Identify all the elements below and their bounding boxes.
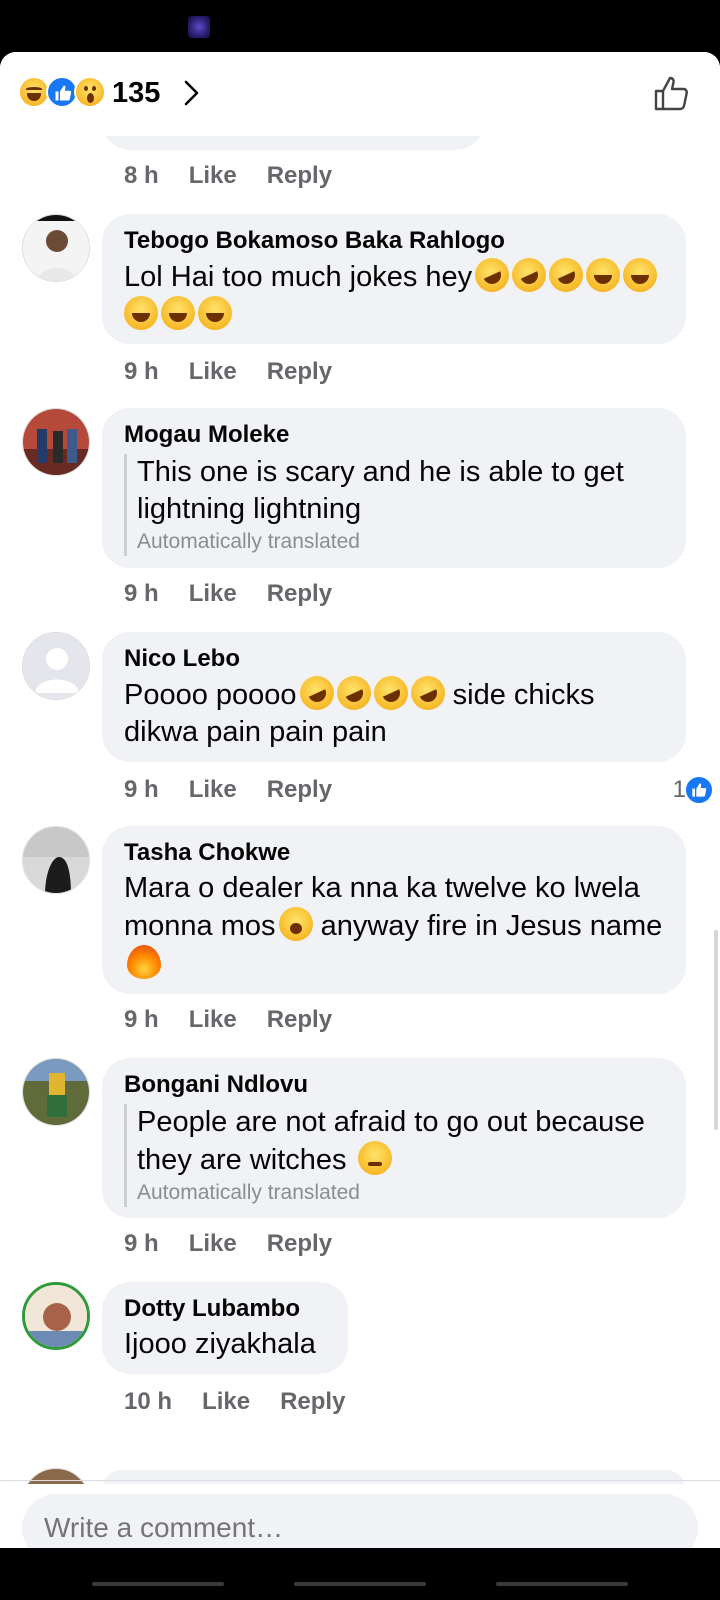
nav-recent-apps[interactable] (92, 1582, 224, 1586)
status-bar (0, 0, 720, 52)
comment-meta: 9 h Like Reply (124, 1004, 362, 1036)
thinking-emoji-icon (357, 1141, 392, 1175)
comment-time: 9 h (124, 358, 159, 385)
rolling-laughing-emoji-icon (469, 252, 515, 298)
comment-time: 8 h (124, 162, 159, 189)
comment-meta: 8 h Like Reply (124, 160, 362, 192)
tears-of-joy-emoji-icon (124, 296, 158, 330)
notification-icon (188, 16, 210, 38)
avatar[interactable] (22, 214, 90, 282)
reply-button[interactable]: Reply (267, 356, 332, 388)
comment-time: 9 h (124, 580, 159, 607)
rolling-laughing-emoji-icon (293, 670, 340, 716)
comment-bubble[interactable]: Bongani Ndlovu People are not afraid to … (102, 1058, 686, 1218)
like-button[interactable]: Like (189, 774, 237, 806)
tears-of-joy-emoji-icon (586, 258, 621, 292)
comment-input[interactable] (22, 1494, 698, 1548)
rolling-laughing-emoji-icon (506, 252, 552, 298)
comment-meta: 10 h Like Reply (124, 1386, 375, 1418)
tears-of-joy-emoji-icon (161, 296, 195, 330)
comment-bubble[interactable]: Tasha Chokwe Mara o dealer ka nna ka twe… (102, 826, 686, 994)
comment-time: 9 h (124, 1230, 159, 1257)
reply-button[interactable]: Reply (267, 1228, 332, 1260)
translated-block: This one is scary and he is able to get … (124, 454, 664, 556)
avatar[interactable] (22, 1058, 90, 1126)
comment-meta: 9 h Like Reply (124, 356, 362, 388)
reply-button[interactable]: Reply (267, 578, 332, 610)
tears-of-joy-emoji-icon (623, 258, 658, 292)
translated-block: People are not afraid to go out because … (124, 1104, 664, 1207)
avatar[interactable] (22, 1282, 90, 1350)
comment-bubble[interactable]: Tebogo Bokamoso Baka Rahlogo Lol Hai too… (102, 214, 686, 344)
auto-translated-label[interactable]: Automatically translated (137, 1179, 664, 1207)
scrollbar[interactable] (714, 930, 718, 1130)
rolling-laughing-emoji-icon (543, 252, 589, 298)
like-button[interactable]: Like (189, 1004, 237, 1036)
comments-sheet: 135 8 h Like Reply Tebogo Bokamoso Baka Ra… (0, 52, 720, 1548)
comment-author[interactable]: Tasha Chokwe (124, 838, 664, 868)
rolling-laughing-emoji-icon (367, 670, 414, 716)
fire-emoji-icon (127, 945, 161, 979)
tears-of-joy-emoji-icon (198, 296, 232, 330)
comment-text: Ijooo ziyakhala (124, 1328, 316, 1360)
avatar[interactable] (22, 826, 90, 894)
like-button[interactable]: Like (189, 578, 237, 610)
comment-time: 9 h (124, 1006, 159, 1033)
comment-author[interactable]: Bongani Ndlovu (124, 1070, 664, 1100)
comment-meta: 9 h Like Reply (124, 578, 362, 610)
comment-author[interactable]: Nico Lebo (124, 644, 664, 674)
reaction-header[interactable]: 135 (0, 52, 720, 136)
wow-reaction-icon (74, 76, 106, 108)
reply-button[interactable]: Reply (267, 1004, 332, 1036)
comment-text: Lol Hai too much jokes hey (124, 252, 664, 334)
system-nav-bar (0, 1548, 720, 1600)
reaction-count[interactable]: 135 (112, 76, 160, 110)
like-button[interactable]: Like (189, 1228, 237, 1260)
thumbs-up-icon[interactable] (652, 74, 692, 114)
nav-home[interactable] (294, 1582, 426, 1586)
reply-button[interactable]: Reply (267, 774, 332, 806)
comment-bubble[interactable]: Dotty Lubambo Ijooo ziyakhala (102, 1282, 348, 1374)
divider (0, 1480, 720, 1481)
rolling-laughing-emoji-icon (404, 670, 451, 716)
comment-meta: 9 h Like Reply (124, 1228, 362, 1260)
comment-author[interactable]: Dotty Lubambo (124, 1294, 326, 1324)
rolling-laughing-emoji-icon (330, 670, 377, 716)
loudly-crying-emoji-icon (278, 907, 313, 941)
comment-text: People are not afraid to go out because … (137, 1106, 645, 1176)
comment-author[interactable]: Mogau Moleke (124, 420, 664, 450)
comment-time: 9 h (124, 776, 159, 803)
comment-text: Poooo poooo side chicks dikwa pain pain … (124, 670, 664, 751)
like-button[interactable]: Like (202, 1386, 250, 1418)
comment-meta: 9 h Like Reply (124, 774, 362, 806)
comment-bubble[interactable]: Nico Lebo Poooo poooo side chicks dikwa … (102, 632, 686, 762)
like-badge-icon (684, 775, 714, 805)
avatar[interactable] (22, 632, 90, 700)
comment-text: This one is scary and he is able to get … (137, 456, 624, 525)
chevron-right-icon[interactable] (180, 79, 204, 107)
nav-back[interactable] (496, 1582, 628, 1586)
reply-button[interactable]: Reply (267, 160, 332, 192)
reply-button[interactable]: Reply (280, 1386, 345, 1418)
like-button[interactable]: Like (189, 160, 237, 192)
avatar[interactable] (22, 408, 90, 476)
comment-author[interactable]: Tebogo Bokamoso Baka Rahlogo (124, 226, 664, 256)
comment-time: 10 h (124, 1388, 173, 1415)
auto-translated-label[interactable]: Automatically translated (137, 528, 664, 556)
comment-bubble[interactable]: Mogau Moleke This one is scary and he is… (102, 408, 686, 568)
like-button[interactable]: Like (189, 356, 237, 388)
comment-text: Mara o dealer ka nna ka twelve ko lwela … (124, 870, 664, 983)
reaction-icons (18, 76, 108, 108)
